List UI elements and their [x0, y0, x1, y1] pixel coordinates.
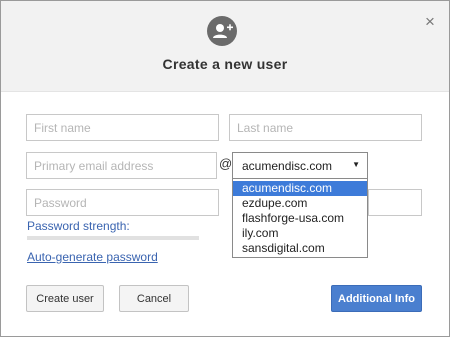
password-input[interactable]	[26, 189, 219, 216]
domain-option[interactable]: ezdupe.com	[233, 196, 367, 211]
domain-select[interactable]: acumendisc.com ▼	[232, 152, 368, 179]
dropdown-arrow-icon: ▼	[352, 160, 360, 169]
domain-option[interactable]: ily.com	[233, 226, 367, 241]
confirm-password-input[interactable]	[368, 189, 422, 216]
create-user-dialog: Create a new user × @ acumendisc.com ▼ a…	[0, 0, 450, 337]
domain-option[interactable]: acumendisc.com	[233, 181, 367, 196]
create-user-button[interactable]: Create user	[26, 285, 104, 312]
dialog-title: Create a new user	[162, 56, 288, 72]
last-name-input[interactable]	[229, 114, 422, 141]
cancel-button[interactable]: Cancel	[119, 285, 189, 312]
email-input[interactable]	[26, 152, 217, 179]
domain-select-value: acumendisc.com	[242, 159, 333, 173]
domain-option[interactable]: flashforge-usa.com	[233, 211, 367, 226]
at-symbol: @	[219, 156, 233, 171]
password-strength-label: Password strength:	[27, 219, 130, 233]
domain-dropdown-list: acumendisc.com ezdupe.com flashforge-usa…	[232, 178, 368, 258]
first-name-input[interactable]	[26, 114, 219, 141]
auto-generate-password-link[interactable]: Auto-generate password	[27, 250, 158, 264]
password-strength-bar	[27, 236, 199, 240]
close-icon[interactable]: ×	[421, 13, 439, 31]
domain-option[interactable]: sansdigital.com	[233, 241, 367, 256]
additional-info-button[interactable]: Additional Info	[331, 285, 422, 312]
dialog-header: Create a new user ×	[1, 1, 449, 92]
add-user-icon	[207, 16, 237, 46]
